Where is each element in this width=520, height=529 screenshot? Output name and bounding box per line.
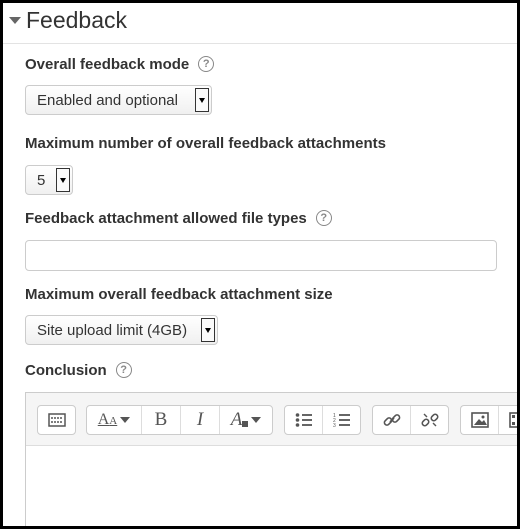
help-icon[interactable]: ? — [115, 362, 132, 379]
media-icon — [509, 412, 517, 428]
toolbar-group-text: AA B I A — [86, 405, 273, 435]
font-style-icon: AA — [97, 411, 118, 428]
conclusion-label-text: Conclusion — [25, 362, 107, 379]
file-types-label-text: Feedback attachment allowed file types — [25, 210, 307, 227]
bold-icon: B — [154, 409, 168, 430]
file-types-label: Feedback attachment allowed file types? — [25, 210, 332, 227]
max-size-label-text: Maximum overall feedback attachment size — [25, 286, 333, 303]
chevron-down-icon — [201, 318, 215, 342]
chevron-down-icon — [56, 168, 70, 192]
unlink-icon — [420, 413, 439, 427]
toolbar-group-links — [372, 405, 449, 435]
feedback-section-header[interactable]: Feedback — [3, 3, 517, 44]
chevron-down-icon — [195, 88, 209, 112]
font-color-button[interactable]: A — [220, 406, 272, 434]
unlink-button[interactable] — [411, 406, 448, 434]
bold-button[interactable]: B — [142, 406, 181, 434]
link-button[interactable] — [373, 406, 411, 434]
link-icon — [383, 414, 400, 426]
section-title: Feedback — [26, 7, 128, 33]
feedback-panel: Feedback Overall feedback mode? Enabled … — [0, 0, 520, 529]
max-attachments-label: Maximum number of overall feedback attac… — [25, 135, 386, 152]
ordered-list-button[interactable]: 123 — [323, 406, 360, 434]
feedback-mode-select[interactable]: Enabled and optional — [25, 85, 212, 115]
conclusion-label: Conclusion? — [25, 362, 132, 379]
svg-text:3: 3 — [333, 423, 336, 428]
max-attachments-value: 5 — [37, 172, 46, 189]
max-size-select[interactable]: Site upload limit (4GB) — [25, 315, 218, 345]
help-icon[interactable]: ? — [315, 210, 332, 227]
ordered-list-icon: 123 — [333, 413, 350, 428]
media-button[interactable] — [499, 406, 517, 434]
feedback-mode-label-text: Overall feedback mode — [25, 56, 190, 73]
feedback-mode-label: Overall feedback mode? — [25, 56, 215, 73]
image-button[interactable] — [461, 406, 499, 434]
conclusion-editor[interactable]: AA B I A 123 — [25, 392, 517, 526]
max-size-value: Site upload limit (4GB) — [37, 322, 188, 339]
editor-content-area[interactable] — [26, 446, 517, 526]
feedback-mode-value: Enabled and optional — [37, 92, 178, 109]
max-size-label: Maximum overall feedback attachment size — [25, 286, 333, 303]
toolbar-group-collapse — [37, 405, 76, 435]
toolbar-group-media — [460, 405, 517, 435]
unordered-list-button[interactable] — [285, 406, 323, 434]
unordered-list-icon — [295, 413, 312, 427]
toolbar-toggle-icon — [47, 413, 66, 427]
editor-toolbar: AA B I A 123 — [26, 393, 517, 446]
file-types-input[interactable] — [25, 240, 497, 271]
font-style-button[interactable]: AA — [87, 406, 142, 434]
help-icon[interactable]: ? — [198, 56, 215, 73]
toolbar-toggle-button[interactable] — [38, 406, 75, 434]
image-icon — [470, 412, 489, 428]
max-attachments-label-text: Maximum number of overall feedback attac… — [25, 135, 386, 152]
max-attachments-select[interactable]: 5 — [25, 165, 73, 195]
italic-button[interactable]: I — [181, 406, 220, 434]
italic-icon: I — [196, 409, 204, 430]
collapse-triangle-icon[interactable] — [9, 17, 21, 24]
font-color-icon: A — [230, 409, 243, 430]
toolbar-group-lists: 123 — [284, 405, 361, 435]
